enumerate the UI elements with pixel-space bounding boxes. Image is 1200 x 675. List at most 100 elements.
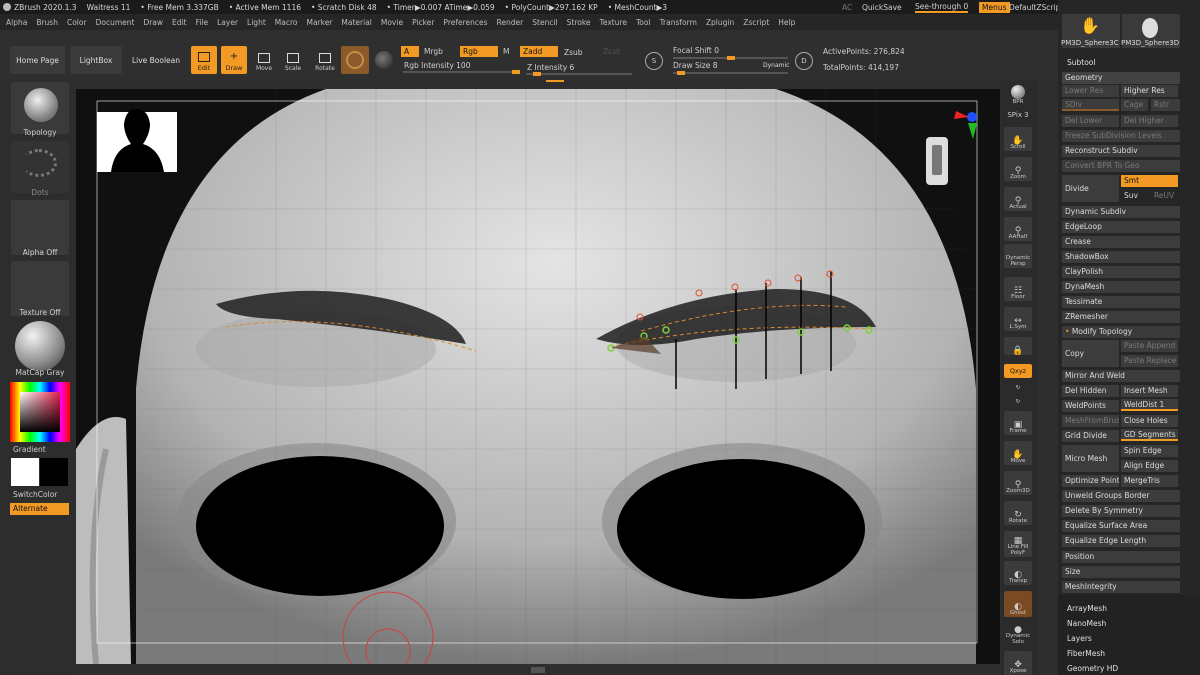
- del-higher-button[interactable]: Del Higher: [1121, 115, 1178, 127]
- welddist-slider[interactable]: WeldDist 1: [1121, 399, 1178, 411]
- weldpoints-button[interactable]: WeldPoints: [1062, 400, 1119, 412]
- paste-append-button[interactable]: Paste Append: [1121, 340, 1178, 352]
- alternate-button[interactable]: Alternate: [10, 503, 69, 515]
- unweld-groups-border-button[interactable]: Unweld Groups Border: [1062, 490, 1180, 502]
- divide-button[interactable]: Divide: [1062, 175, 1119, 202]
- position-header[interactable]: Position: [1062, 551, 1180, 563]
- move-view-button[interactable]: ✋ Move: [1004, 441, 1032, 465]
- main-color-swatch[interactable]: [11, 458, 39, 486]
- quicksave-button[interactable]: QuickSave: [862, 0, 902, 14]
- s-icon[interactable]: S: [645, 52, 663, 70]
- focal-shift-slider[interactable]: [673, 56, 788, 60]
- scale-mode-button[interactable]: Scale: [282, 48, 304, 72]
- actual-button[interactable]: ⚲ Actual: [1004, 187, 1032, 211]
- mirror-and-weld-button[interactable]: Mirror And Weld: [1062, 370, 1180, 382]
- home-page-button[interactable]: Home Page: [10, 46, 65, 74]
- menu-stroke[interactable]: Stroke: [567, 18, 591, 27]
- menu-zplugin[interactable]: Zplugin: [706, 18, 734, 27]
- menu-stencil[interactable]: Stencil: [532, 18, 557, 27]
- menu-movie[interactable]: Movie: [381, 18, 403, 27]
- polyf-button[interactable]: ▦ Line Fill PolyF: [1004, 531, 1032, 557]
- rgb-toggle[interactable]: Rgb: [460, 46, 498, 57]
- crease-header[interactable]: Crease: [1062, 236, 1180, 248]
- reuv-toggle[interactable]: ReUV: [1151, 190, 1180, 202]
- del-lower-button[interactable]: Del Lower: [1062, 115, 1119, 127]
- fibermesh-header[interactable]: FiberMesh: [1067, 649, 1105, 658]
- convert-bpr-button[interactable]: Convert BPR To Geo: [1062, 160, 1180, 172]
- lock-button[interactable]: 🔒: [1004, 337, 1032, 356]
- menu-color[interactable]: Color: [67, 18, 87, 27]
- edit-mode-button[interactable]: Edit: [191, 46, 217, 74]
- nanomesh-header[interactable]: NanoMesh: [1067, 619, 1106, 628]
- lsym-button[interactable]: ↔ L.Sym: [1004, 307, 1032, 331]
- alpha-off-button[interactable]: [11, 200, 69, 255]
- menu-preferences[interactable]: Preferences: [443, 18, 487, 27]
- tessimate-header[interactable]: Tessimate: [1062, 296, 1180, 308]
- switch-color-button[interactable]: SwitchColor: [13, 490, 71, 499]
- move-mode-button[interactable]: Move: [253, 48, 275, 72]
- paste-replace-button[interactable]: Paste Replace: [1121, 355, 1178, 367]
- ac-button[interactable]: AC: [842, 0, 852, 14]
- zoom3d-button[interactable]: ⚲ Zoom3D: [1004, 471, 1032, 495]
- suv-toggle[interactable]: Suv: [1121, 190, 1148, 202]
- transp-button[interactable]: ◐ Transp: [1004, 561, 1032, 585]
- menu-light[interactable]: Light: [247, 18, 266, 27]
- z-intensity-slider[interactable]: [526, 72, 632, 76]
- shadowbox-header[interactable]: ShadowBox: [1062, 251, 1180, 263]
- gd-segments-slider[interactable]: GD Segments 3: [1121, 429, 1178, 441]
- brush-topology-button[interactable]: [11, 82, 69, 134]
- layers-header[interactable]: Layers: [1067, 634, 1092, 643]
- meshfrombrush-button[interactable]: MeshFromBrush: [1062, 415, 1119, 427]
- dynamic-toggle[interactable]: Dynamic: [760, 60, 792, 71]
- frame-button[interactable]: ▣ Frame: [1004, 411, 1032, 435]
- grid-divide-button[interactable]: Grid Divide: [1062, 430, 1119, 442]
- rstr-button[interactable]: Rstr: [1151, 99, 1180, 111]
- solo-button[interactable]: ● Dynamic Solo: [1004, 620, 1032, 646]
- mrgb-toggle[interactable]: Mrgb: [421, 46, 446, 57]
- size-header[interactable]: Size: [1062, 566, 1180, 578]
- menu-macro[interactable]: Macro: [275, 18, 298, 27]
- matcap-gray-button[interactable]: [11, 320, 69, 375]
- zadd-toggle[interactable]: Zadd: [520, 46, 558, 57]
- d-icon[interactable]: D: [795, 52, 813, 70]
- equalize-surface-area-button[interactable]: Equalize Surface Area: [1062, 520, 1180, 532]
- secondary-color-swatch[interactable]: [40, 458, 68, 486]
- insert-mesh-button[interactable]: Insert Mesh: [1121, 385, 1178, 397]
- menu-render[interactable]: Render: [497, 18, 524, 27]
- align-edge-button[interactable]: Align Edge: [1121, 460, 1178, 472]
- modify-topology-header[interactable]: • Modify Topology: [1062, 326, 1180, 338]
- micro-mesh-button[interactable]: Micro Mesh: [1062, 445, 1119, 472]
- draw-mode-button[interactable]: + Draw: [221, 46, 247, 74]
- scroll-button[interactable]: ✋ Scroll: [1004, 127, 1032, 151]
- live-boolean-button[interactable]: Live Boolean: [128, 46, 184, 74]
- canvas-viewport[interactable]: [76, 89, 1000, 664]
- menu-document[interactable]: Document: [96, 18, 135, 27]
- lower-res-button[interactable]: Lower Res: [1062, 85, 1119, 97]
- menu-texture[interactable]: Texture: [600, 18, 627, 27]
- menu-picker[interactable]: Picker: [412, 18, 434, 27]
- rotate-mode-button[interactable]: Rotate: [313, 48, 337, 72]
- menu-brush[interactable]: Brush: [36, 18, 58, 27]
- dynamic-subdiv-header[interactable]: Dynamic Subdiv: [1062, 206, 1180, 218]
- arraymesh-header[interactable]: ArrayMesh: [1067, 604, 1107, 613]
- equalize-edge-length-button[interactable]: Equalize Edge Length: [1062, 535, 1180, 547]
- aahalf-button[interactable]: ⚲ AAHalf: [1004, 217, 1032, 241]
- edgeloop-header[interactable]: EdgeLoop: [1062, 221, 1180, 233]
- cage-button[interactable]: Cage: [1121, 99, 1148, 111]
- xpose-button[interactable]: ✥ Xpose: [1004, 651, 1032, 675]
- rotate-y-button[interactable]: ↻: [1004, 380, 1032, 392]
- close-holes-button[interactable]: Close Holes: [1121, 415, 1178, 427]
- menu-file[interactable]: File: [196, 18, 209, 27]
- a-toggle[interactable]: A: [401, 46, 419, 57]
- rotate-view-button[interactable]: ↻ Rotate: [1004, 501, 1032, 525]
- zsub-toggle[interactable]: Zsub: [561, 47, 586, 58]
- bpr-button[interactable]: BPR: [1004, 82, 1032, 106]
- spin-edge-button[interactable]: Spin Edge: [1121, 445, 1178, 457]
- claypolish-header[interactable]: ClayPolish: [1062, 266, 1180, 278]
- ghost-button[interactable]: ◐ Ghost: [1004, 591, 1032, 617]
- default-zscript-button[interactable]: DefaultZScript: [1009, 0, 1063, 14]
- draw-size-slider[interactable]: [673, 71, 788, 75]
- rotate-z-button[interactable]: ↻: [1004, 394, 1032, 406]
- floor-button[interactable]: ☷ Floor: [1004, 277, 1032, 301]
- lightbox-button[interactable]: LightBox: [70, 46, 122, 74]
